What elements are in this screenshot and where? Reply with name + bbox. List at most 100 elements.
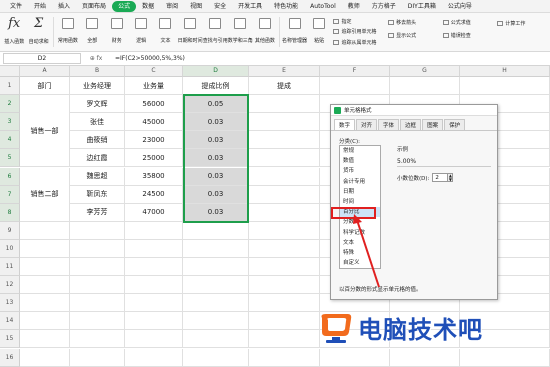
- formula-icons[interactable]: ⊕ fx: [81, 55, 111, 62]
- table-cell[interactable]: [249, 276, 320, 295]
- table-cell[interactable]: [70, 312, 125, 331]
- table-cell[interactable]: [20, 348, 70, 367]
- table-cell[interactable]: 曲筱绡: [70, 131, 125, 150]
- menu-item-15[interactable]: 公式向导: [442, 1, 478, 12]
- ribbon-small-button[interactable]: 移去箭头: [388, 19, 439, 26]
- table-cell[interactable]: [183, 221, 249, 240]
- ribbon-small-button[interactable]: 错误检查: [442, 32, 494, 39]
- ribbon-button-12[interactable]: 粘贴: [307, 13, 331, 51]
- row-header[interactable]: 16: [0, 348, 20, 367]
- table-cell[interactable]: [249, 312, 320, 331]
- table-cell[interactable]: [249, 258, 320, 277]
- table-cell[interactable]: 56000: [125, 95, 183, 114]
- table-cell[interactable]: [125, 348, 183, 367]
- table-cell[interactable]: 销售一部: [20, 95, 70, 168]
- table-cell[interactable]: [183, 330, 249, 349]
- column-header[interactable]: G: [390, 66, 460, 77]
- table-cell[interactable]: [183, 312, 249, 331]
- table-cell[interactable]: 提成: [249, 77, 320, 96]
- menu-item-9[interactable]: 开发工具: [232, 1, 268, 12]
- table-cell[interactable]: [125, 239, 183, 258]
- menu-item-5[interactable]: 数据: [136, 1, 160, 12]
- row-header[interactable]: 3: [0, 113, 20, 132]
- ribbon-small-button[interactable]: 指定: [333, 18, 384, 25]
- category-item[interactable]: 货币: [340, 166, 380, 176]
- column-header[interactable]: A: [20, 66, 70, 77]
- menu-item-7[interactable]: 视图: [184, 1, 208, 12]
- table-cell[interactable]: [20, 312, 70, 331]
- formula-input[interactable]: =IF(C2>50000,5%,3%): [111, 55, 185, 62]
- table-cell[interactable]: [125, 312, 183, 331]
- menu-item-11[interactable]: AutoTool: [304, 1, 342, 12]
- table-cell[interactable]: [183, 239, 249, 258]
- table-cell[interactable]: [183, 348, 249, 367]
- row-header[interactable]: 4: [0, 131, 20, 150]
- dialog-tab[interactable]: 保护: [444, 119, 466, 130]
- ribbon-small-button[interactable]: 公式求值: [442, 19, 494, 26]
- table-cell[interactable]: [125, 258, 183, 277]
- table-cell[interactable]: 提成比例: [183, 77, 249, 96]
- table-cell[interactable]: [70, 276, 125, 295]
- table-cell[interactable]: [183, 276, 249, 295]
- menu-item-8[interactable]: 安全: [208, 1, 232, 12]
- ribbon-button-9[interactable]: 数学和三角: [228, 13, 253, 51]
- table-cell[interactable]: 边红霞: [70, 149, 125, 168]
- dialog-tab[interactable]: 图案: [422, 119, 444, 130]
- table-cell[interactable]: [249, 330, 320, 349]
- table-cell[interactable]: [249, 185, 320, 204]
- table-cell[interactable]: [70, 348, 125, 367]
- table-cell[interactable]: [390, 348, 460, 367]
- column-header[interactable]: E: [249, 66, 320, 77]
- ribbon-button-1[interactable]: Σ 自动求和: [26, 13, 50, 51]
- category-item[interactable]: 时间: [340, 197, 380, 207]
- ribbon-button-0[interactable]: fx 插入函数: [2, 13, 26, 51]
- table-cell[interactable]: [70, 330, 125, 349]
- table-cell[interactable]: 35800: [125, 167, 183, 186]
- table-cell[interactable]: [249, 149, 320, 168]
- row-header[interactable]: 2: [0, 95, 20, 114]
- dialog-tab[interactable]: 边框: [400, 119, 422, 130]
- column-header[interactable]: C: [125, 66, 183, 77]
- table-cell[interactable]: [249, 294, 320, 313]
- table-cell[interactable]: 罗文辉: [70, 95, 125, 114]
- table-cell[interactable]: [20, 330, 70, 349]
- table-cell[interactable]: [460, 77, 550, 96]
- ribbon-button-5[interactable]: 逻辑: [129, 13, 153, 51]
- menu-item-12[interactable]: 教师: [342, 1, 366, 12]
- table-cell[interactable]: [70, 258, 125, 277]
- table-cell[interactable]: 47000: [125, 203, 183, 222]
- ribbon-small-button[interactable]: 追踪从属单元格: [333, 39, 384, 46]
- table-cell[interactable]: [249, 203, 320, 222]
- row-header[interactable]: 5: [0, 149, 20, 168]
- dialog-tab[interactable]: 字体: [378, 119, 400, 130]
- row-header[interactable]: 1: [0, 77, 20, 96]
- table-cell[interactable]: [320, 348, 390, 367]
- dialog-tab[interactable]: 对齐: [356, 119, 378, 130]
- dialog-titlebar[interactable]: 单元格格式: [331, 105, 497, 116]
- table-cell[interactable]: [20, 294, 70, 313]
- ribbon-button-6[interactable]: 文本: [153, 13, 177, 51]
- table-cell[interactable]: [183, 294, 249, 313]
- decimal-spinner[interactable]: ▲ ▼: [448, 173, 454, 182]
- table-cell[interactable]: 24500: [125, 185, 183, 204]
- row-header[interactable]: 15: [0, 330, 20, 349]
- menu-item-0[interactable]: 文件: [4, 1, 28, 12]
- column-header[interactable]: H: [460, 66, 550, 77]
- table-cell[interactable]: [249, 113, 320, 132]
- row-header[interactable]: 10: [0, 239, 20, 258]
- menu-item-13[interactable]: 方方格子: [366, 1, 402, 12]
- row-header[interactable]: 9: [0, 221, 20, 240]
- table-cell[interactable]: 部门: [20, 77, 70, 96]
- table-cell[interactable]: [249, 239, 320, 258]
- dialog-tab[interactable]: 数字: [334, 119, 356, 130]
- ribbon-small-button[interactable]: 计算工作: [497, 20, 548, 27]
- menu-item-2[interactable]: 插入: [52, 1, 76, 12]
- column-header[interactable]: D: [183, 66, 249, 77]
- ribbon-button-4[interactable]: 财务: [105, 13, 129, 51]
- table-cell[interactable]: 45000: [125, 113, 183, 132]
- table-cell[interactable]: [249, 221, 320, 240]
- category-item[interactable]: 日期: [340, 187, 380, 197]
- table-cell[interactable]: [125, 294, 183, 313]
- column-header[interactable]: F: [320, 66, 390, 77]
- table-cell[interactable]: [183, 258, 249, 277]
